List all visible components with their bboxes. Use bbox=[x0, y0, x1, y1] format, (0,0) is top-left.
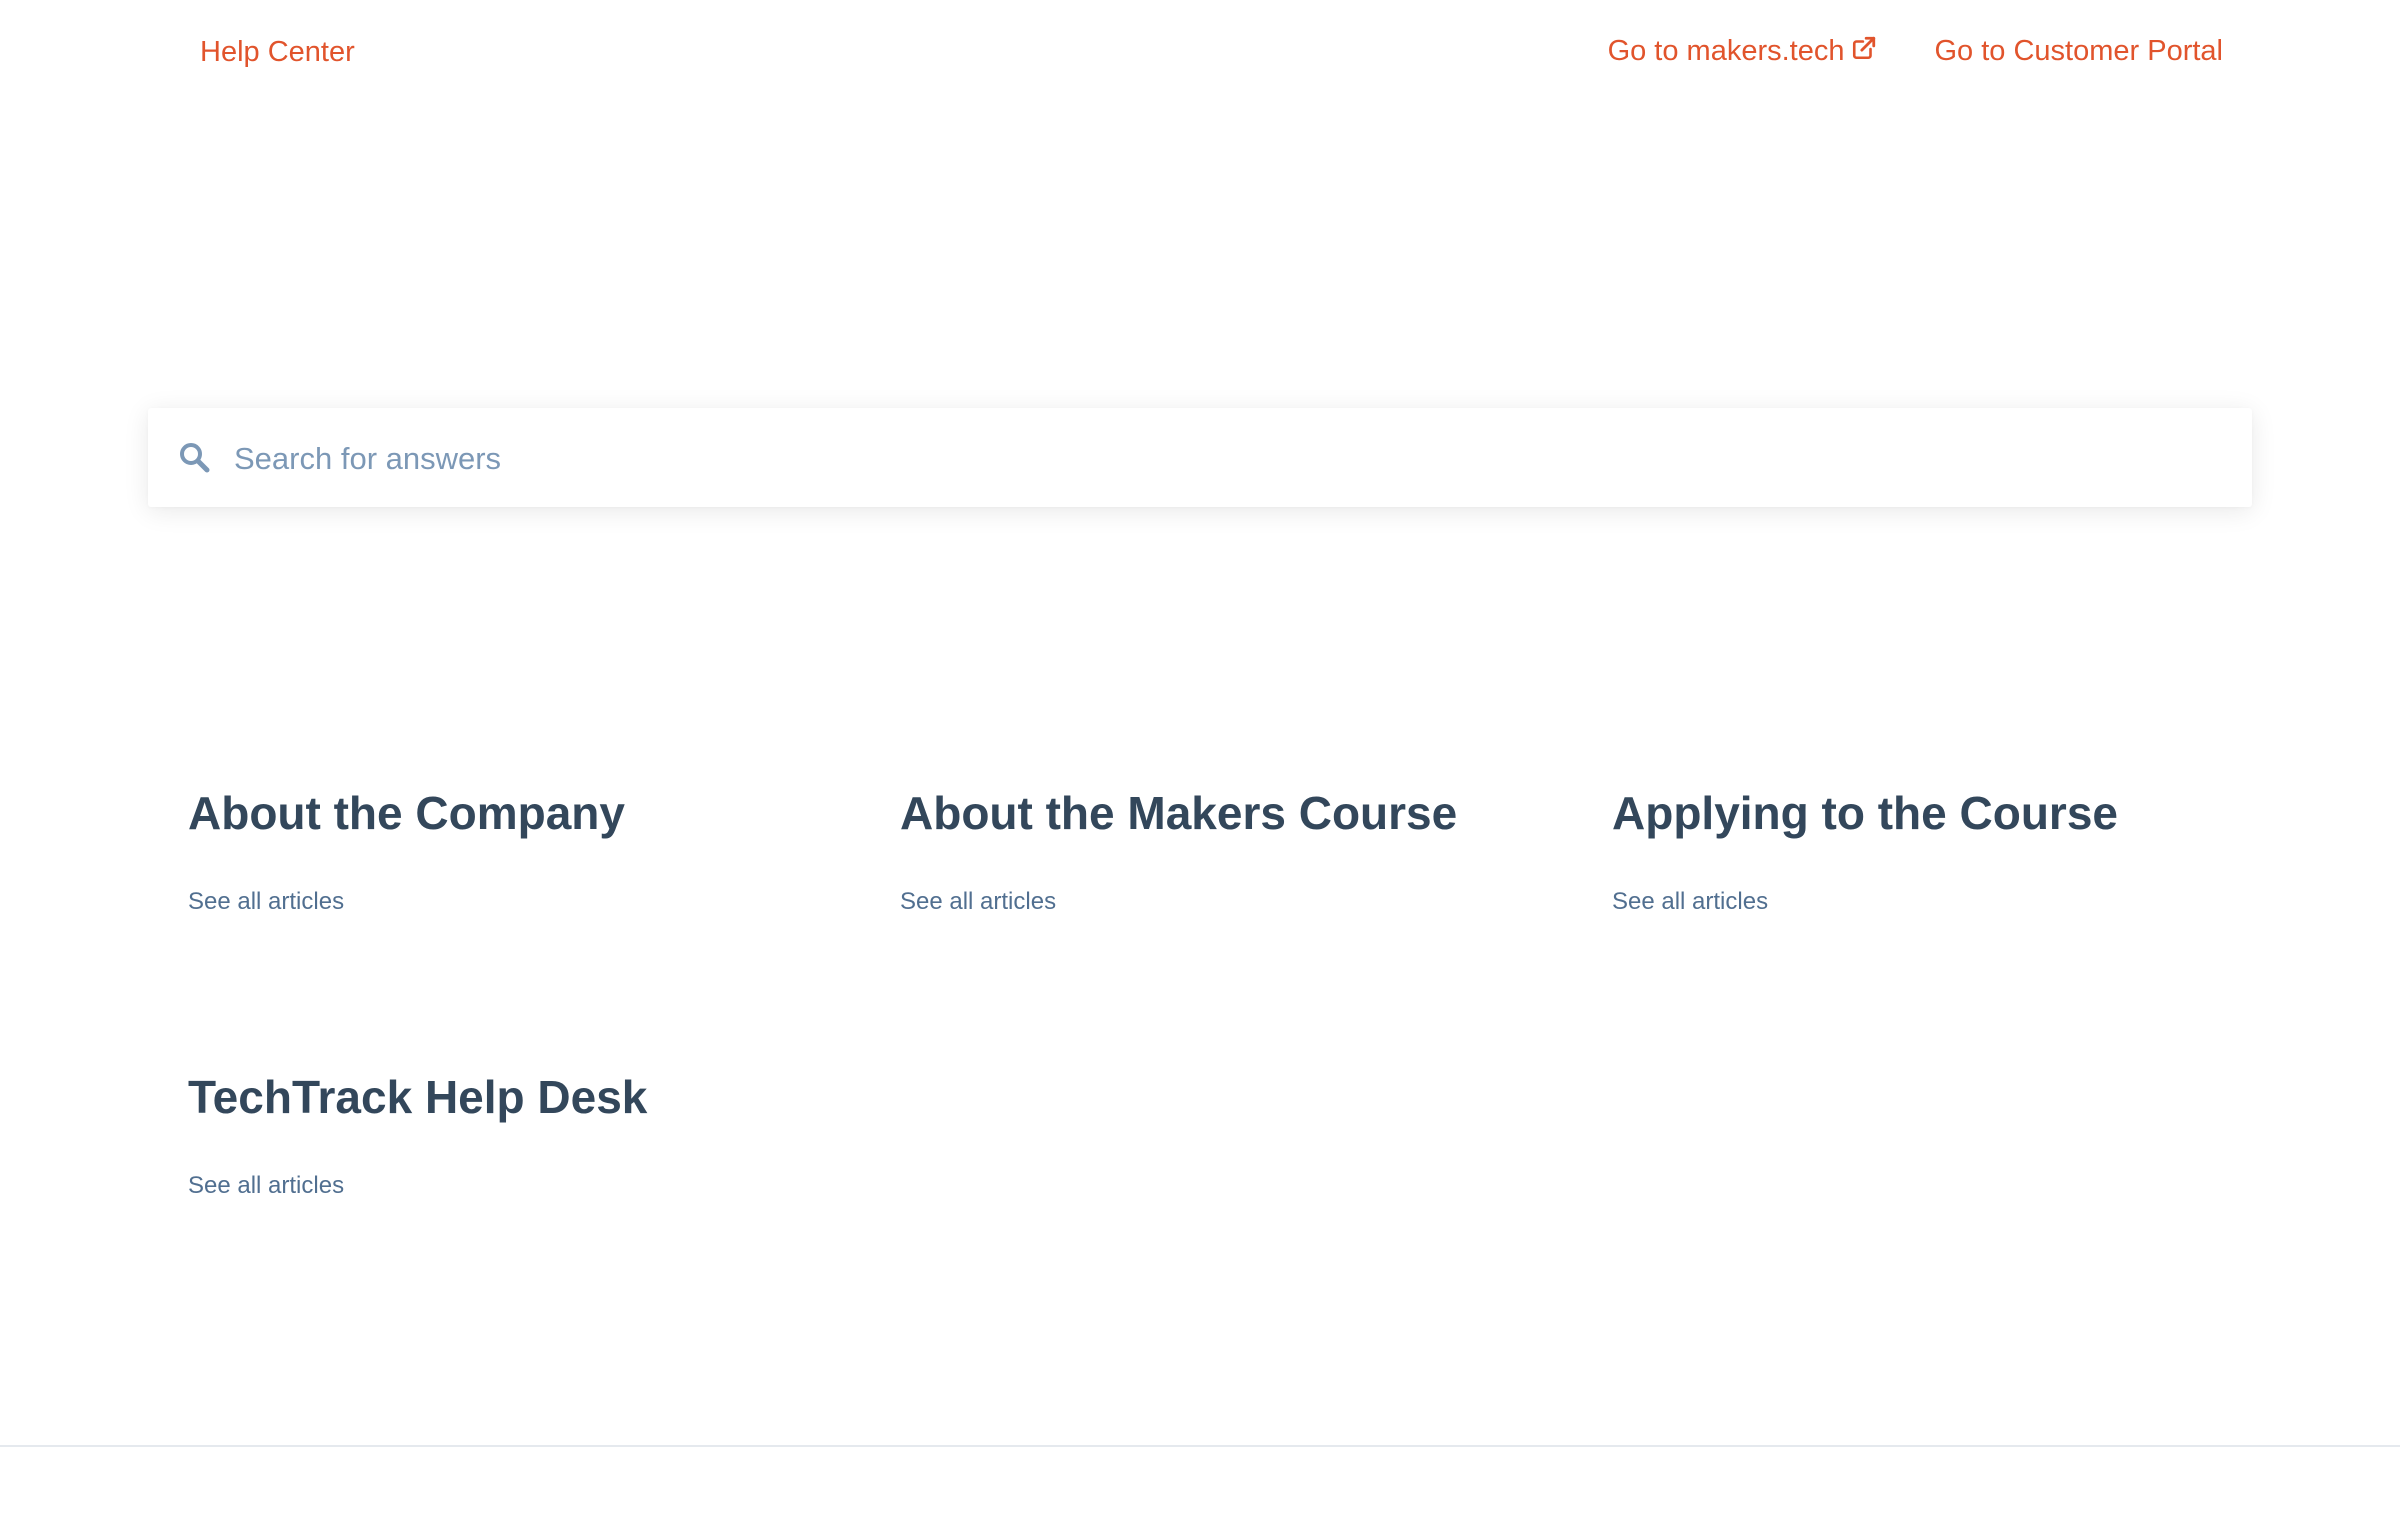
category-techtrack-help-desk: TechTrack Help Desk See all articles bbox=[188, 1070, 848, 1199]
header-nav: Go to makers.tech Go to Customer Portal bbox=[1608, 35, 2223, 68]
external-link-icon bbox=[1852, 36, 1875, 59]
makers-tech-link[interactable]: Go to makers.tech bbox=[1608, 35, 1877, 68]
category-about-the-makers-course: About the Makers Course See all articles bbox=[900, 786, 1560, 915]
category-title[interactable]: About the Makers Course bbox=[900, 786, 1560, 841]
makers-tech-link-label: Go to makers.tech bbox=[1607, 35, 1845, 67]
see-all-articles-link[interactable]: See all articles bbox=[188, 1172, 344, 1200]
category-about-the-company: About the Company See all articles bbox=[188, 786, 848, 915]
footer-divider bbox=[0, 1445, 2400, 1447]
category-title[interactable]: Applying to the Course bbox=[1612, 786, 2272, 841]
see-all-articles-link[interactable]: See all articles bbox=[1612, 888, 1768, 916]
site-header: Help Center Go to makers.tech Go to Cust… bbox=[0, 0, 2400, 110]
category-title[interactable]: About the Company bbox=[188, 786, 848, 841]
category-title[interactable]: TechTrack Help Desk bbox=[188, 1070, 848, 1125]
customer-portal-link[interactable]: Go to Customer Portal bbox=[1935, 35, 2224, 68]
search-input[interactable] bbox=[232, 428, 2216, 490]
see-all-articles-link[interactable]: See all articles bbox=[188, 888, 344, 916]
category-applying-to-the-course: Applying to the Course See all articles bbox=[1612, 786, 2272, 915]
help-center-link[interactable]: Help Center bbox=[200, 36, 355, 69]
see-all-articles-link[interactable]: See all articles bbox=[900, 888, 1056, 916]
search-bar bbox=[148, 408, 2252, 507]
search-icon bbox=[180, 443, 210, 473]
